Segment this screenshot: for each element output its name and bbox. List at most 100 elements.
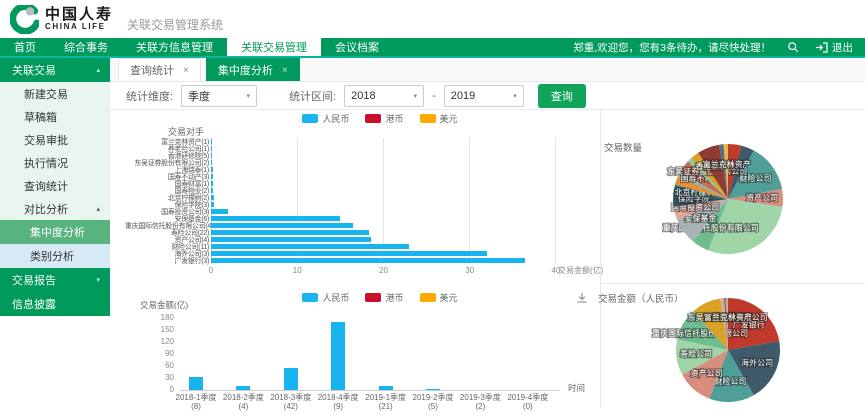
nav-items: 首页综合事务关联方信息管理关联交易管理会议档案 — [0, 38, 393, 56]
system-title: 关联交易管理系统 — [127, 16, 223, 33]
vbar-ytick: 150 — [161, 325, 174, 334]
legend-item-人民币[interactable]: 人民币 — [302, 291, 349, 304]
logout-button[interactable]: 退出 — [815, 40, 853, 55]
brand-cn: 中国人寿 — [45, 7, 113, 23]
nav-item-首页[interactable]: 首页 — [0, 38, 50, 56]
chevron-down-icon: ▾ — [247, 92, 251, 100]
close-icon[interactable]: × — [282, 65, 288, 76]
sidebar-item-关联交易[interactable]: 关联交易▴ — [0, 58, 110, 82]
hbar-bar[interactable] — [211, 237, 371, 242]
hbar-bar[interactable] — [211, 181, 213, 186]
hbar-bar[interactable] — [211, 146, 212, 151]
legend-swatch — [302, 293, 318, 302]
legend-label: 美元 — [440, 291, 458, 304]
sidebar-item-集中度分析[interactable]: 集中度分析 — [0, 220, 110, 244]
dimension-select[interactable]: 季度 ▾ — [181, 85, 257, 107]
hbar-bar[interactable] — [211, 153, 212, 158]
pie-chart-transaction-count: 财险公司资产公司重庆国际信托股份有限公司安保基金国寿投资公司保险学院北京柠檬树国… — [663, 134, 793, 264]
caret-icon: ▴ — [96, 205, 100, 213]
vbar-bar[interactable] — [189, 377, 203, 390]
hbar-xaxis-label: 交易金额(亿) — [558, 265, 603, 276]
nav-item-综合事务[interactable]: 综合事务 — [50, 38, 122, 56]
hbar-bar[interactable] — [211, 230, 369, 235]
range-from-select[interactable]: 2018 ▾ — [344, 85, 424, 107]
pie-label: 海外公司 — [741, 358, 773, 368]
vbar-bar[interactable] — [331, 322, 345, 390]
nav-right: 郑重,欢迎您，您有3条待办，请尽快处理！ 退出 — [573, 38, 865, 56]
hbar-bar[interactable] — [211, 258, 525, 263]
tab-查询统计[interactable]: 查询统计× — [118, 58, 201, 81]
legend-item-美元[interactable]: 美元 — [420, 291, 458, 304]
tab-label: 集中度分析 — [218, 62, 273, 78]
search-icon[interactable] — [787, 41, 799, 53]
vbar-bar[interactable] — [284, 368, 298, 390]
range-separator: - — [432, 90, 436, 102]
sidebar-item-新建交易[interactable]: 新建交易 — [0, 82, 110, 105]
hbar-legend: 人民币 港币 美元 — [190, 112, 570, 125]
hbar-rows: 富兰克林资产(1)养老险公司(1)香港研修院(5)东吴证券股份有限公司(2)上海… — [125, 138, 556, 264]
legend-label: 人民币 — [322, 291, 349, 304]
sidebar-item-信息披露[interactable]: 信息披露 — [0, 292, 110, 316]
hbar-category-label: 广发银行(3) — [125, 256, 211, 266]
hbar-bar[interactable] — [211, 174, 213, 179]
pie-label: 资产公司 — [746, 192, 778, 202]
sidebar-item-对比分析[interactable]: 对比分析▴ — [0, 197, 110, 220]
sidebar-item-label: 关联交易 — [12, 62, 56, 78]
pie-label: 资产公司 — [691, 368, 723, 378]
vbar-bar[interactable] — [426, 389, 440, 390]
hbar-bar[interactable] — [211, 167, 213, 172]
sidebar-item-查询统计[interactable]: 查询统计 — [0, 174, 110, 197]
nav-item-关联方信息管理[interactable]: 关联方信息管理 — [122, 38, 227, 56]
hbar-bar[interactable] — [211, 188, 213, 193]
filter-bar: 统计维度: 季度 ▾ 统计区间: 2018 ▾ - 2019 ▾ 查询 — [110, 82, 865, 110]
pie-label: 重庆国际信托股份有限公司 — [652, 328, 748, 338]
nav-item-关联交易管理[interactable]: 关联交易管理 — [227, 38, 321, 56]
close-icon[interactable]: × — [183, 65, 189, 76]
welcome-message: 郑重,欢迎您，您有3条待办，请尽快处理！ — [573, 40, 771, 55]
chevron-down-icon: ▾ — [414, 92, 418, 100]
legend-item-港币[interactable]: 港币 — [365, 291, 403, 304]
legend-item-人民币[interactable]: 人民币 — [302, 112, 349, 125]
hbar-bar[interactable] — [211, 209, 228, 214]
dimension-label: 统计维度: — [126, 88, 173, 104]
hbar-bar[interactable] — [211, 139, 212, 144]
sidebar-item-label: 信息披露 — [12, 296, 56, 312]
pie-label: 寿险公司 — [680, 349, 712, 359]
hbar-bar[interactable] — [211, 202, 214, 207]
sidebar-item-label: 类别分析 — [30, 248, 74, 264]
sidebar-item-交易审批[interactable]: 交易审批 — [0, 128, 110, 151]
nav-item-会议档案[interactable]: 会议档案 — [321, 38, 393, 56]
sidebar-item-交易报告[interactable]: 交易报告 ▾ — [0, 268, 110, 292]
hbar-bar[interactable] — [211, 251, 487, 256]
sidebar-item-label: 草稿箱 — [24, 109, 57, 125]
vbar-bar[interactable] — [236, 386, 250, 390]
sidebar-item-草稿箱[interactable]: 草稿箱 — [0, 105, 110, 128]
range-label: 统计区间: — [289, 88, 336, 104]
sidebar-item-执行情况[interactable]: 执行情况 — [0, 151, 110, 174]
hbar-xtick: 10 — [293, 266, 302, 275]
vbar-bar[interactable] — [379, 386, 393, 390]
pie1-title: 交易数量 — [604, 140, 642, 154]
chevron-down-icon: ▾ — [513, 92, 517, 100]
hbar-xtick: 30 — [465, 266, 474, 275]
range-to-select[interactable]: 2019 ▾ — [444, 85, 524, 107]
tab-集中度分析[interactable]: 集中度分析 × — [206, 58, 300, 81]
dimension-value: 季度 — [188, 88, 210, 104]
hbar-bar[interactable] — [211, 195, 214, 200]
hbar-bar[interactable] — [211, 223, 353, 228]
hbar-bar[interactable] — [211, 244, 409, 249]
download-icon[interactable] — [576, 292, 588, 307]
hbar-bar[interactable] — [211, 160, 212, 165]
sidebar-item-类别分析[interactable]: 类别分析 — [0, 244, 110, 268]
main-nav: 首页综合事务关联方信息管理关联交易管理会议档案 郑重,欢迎您，您有3条待办，请尽… — [0, 38, 865, 56]
search-button[interactable]: 查询 — [538, 84, 586, 108]
hbar-chart: 富兰克林资产(1)养老险公司(1)香港研修院(5)东吴证券股份有限公司(2)上海… — [125, 138, 556, 278]
sidebar-item-label: 交易报告 — [12, 272, 56, 288]
vertical-divider — [600, 110, 601, 408]
legend-item-美元[interactable]: 美元 — [420, 112, 458, 125]
legend-item-港币[interactable]: 港币 — [365, 112, 403, 125]
pie-label: 富兰克林资产 — [704, 312, 752, 322]
legend-label: 港币 — [385, 291, 403, 304]
hbar-bar[interactable] — [211, 216, 340, 221]
caret-icon: ▾ — [96, 276, 100, 284]
